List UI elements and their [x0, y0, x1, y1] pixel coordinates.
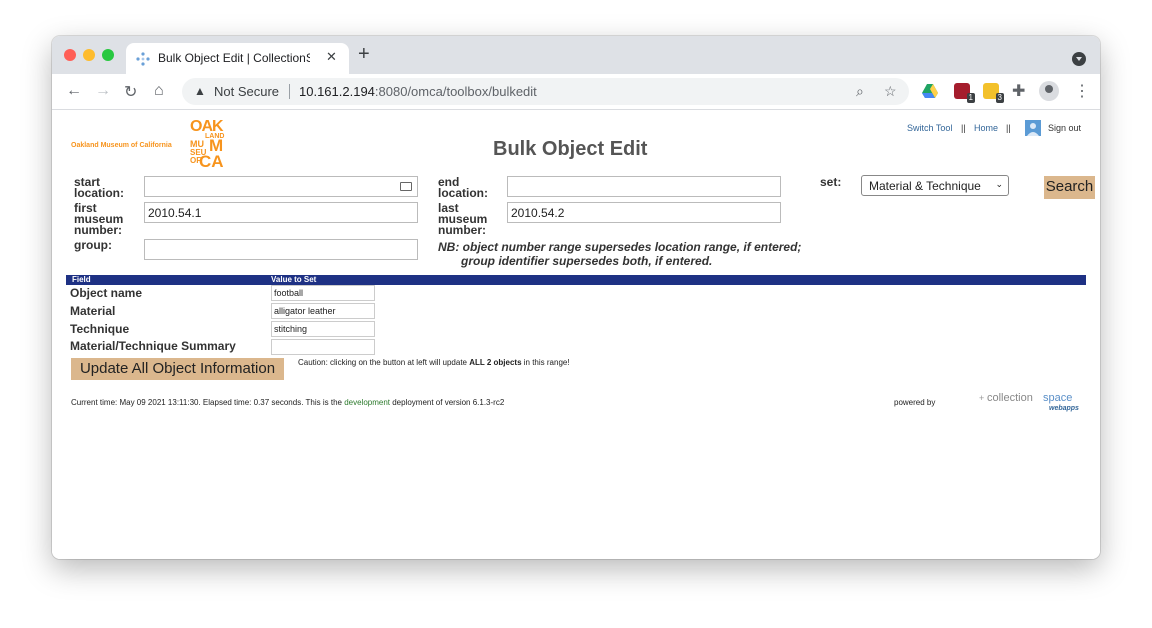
- bookmark-star-icon[interactable]: ☆: [884, 83, 897, 100]
- start-location-label: start location:: [74, 175, 124, 200]
- sign-out-link[interactable]: Sign out: [1048, 123, 1081, 133]
- material-input[interactable]: alligator leather: [271, 303, 375, 319]
- profile-avatar-icon[interactable]: [1039, 81, 1059, 101]
- powered-by-label: powered by: [894, 398, 936, 407]
- tab-search-icon[interactable]: [1072, 52, 1086, 66]
- range-note: NB: object number range supersedes locat…: [438, 240, 802, 268]
- update-all-button[interactable]: Update All Object Information: [71, 358, 284, 380]
- set-label: set:: [820, 175, 842, 189]
- contact-card-icon[interactable]: [400, 182, 412, 191]
- zoom-magnifier-icon[interactable]: ⌕: [856, 83, 864, 100]
- end-location-input[interactable]: [507, 176, 781, 197]
- zoom-window-button[interactable]: [102, 49, 114, 61]
- collectionspace-favicon-icon: [136, 52, 150, 66]
- deployment-label: development: [344, 398, 390, 407]
- security-status[interactable]: Not Secure: [214, 84, 279, 99]
- reload-icon[interactable]: ↻: [124, 82, 137, 102]
- page-content: Oakland Museum of California OAK LAND MU…: [52, 111, 1100, 559]
- user-avatar-icon: [1025, 120, 1041, 136]
- minimize-window-button[interactable]: [83, 49, 95, 61]
- org-name: Oakland Museum of California: [71, 142, 172, 149]
- cs-plus-icon: +: [979, 393, 985, 403]
- browser-toolbar: ← → ↻ ⌂ ▲ Not Secure 10.161.2.194:8080/o…: [52, 74, 1100, 110]
- note-extension-icon[interactable]: 3: [983, 83, 1004, 103]
- google-drive-icon[interactable]: [922, 84, 938, 98]
- warning-triangle-icon: ▲: [194, 84, 206, 98]
- first-museum-number-label: first museum number:: [74, 201, 124, 237]
- caution-text: Caution: clicking on the button at left …: [298, 358, 570, 367]
- search-button[interactable]: Search: [1044, 176, 1095, 199]
- status-footer: Current time: May 09 2021 13:11:30. Elap…: [71, 398, 505, 407]
- address-bar[interactable]: ▲ Not Secure 10.161.2.194:8080/omca/tool…: [182, 78, 909, 105]
- last-museum-number-label: last museum number:: [438, 201, 488, 237]
- fields-table-header: Field Value to Set: [66, 275, 1086, 285]
- end-location-label: end location:: [438, 175, 488, 200]
- object-name-input[interactable]: football: [271, 285, 375, 301]
- start-location-input[interactable]: [144, 176, 418, 197]
- url-text[interactable]: 10.161.2.194:8080/omca/toolbox/bulkedit: [299, 84, 537, 99]
- switch-tool-link[interactable]: Switch Tool: [907, 123, 952, 133]
- chevron-down-icon: ⌄: [995, 179, 1003, 189]
- last-museum-number-input[interactable]: 2010.54.2: [507, 202, 781, 223]
- group-label: group:: [74, 238, 112, 252]
- forward-arrow-icon[interactable]: →: [95, 82, 111, 100]
- address-separator: [289, 84, 290, 99]
- group-input[interactable]: [144, 239, 418, 260]
- new-tab-icon[interactable]: +: [358, 44, 370, 64]
- first-museum-number-input[interactable]: 2010.54.1: [144, 202, 418, 223]
- url-host: 10.161.2.194: [299, 84, 375, 99]
- page-title: Bulk Object Edit: [493, 138, 648, 160]
- omca-logo[interactable]: OAK LAND MU M SEU OF CA: [190, 119, 230, 171]
- tab-close-icon[interactable]: ✕: [326, 49, 337, 65]
- url-path: :8080/omca/toolbox/bulkedit: [374, 84, 537, 99]
- set-select[interactable]: Material & Technique ⌄: [861, 175, 1009, 196]
- puzzle-extensions-icon[interactable]: ✚: [1012, 81, 1025, 101]
- home-icon[interactable]: ⌂: [154, 82, 164, 100]
- shield-extension-icon[interactable]: 1: [954, 83, 975, 103]
- collectionspace-logo[interactable]: + collection space webapps: [979, 392, 1082, 416]
- home-link[interactable]: Home: [974, 123, 998, 133]
- close-window-button[interactable]: [64, 49, 76, 61]
- back-arrow-icon[interactable]: ←: [66, 82, 82, 100]
- technique-input[interactable]: stitching: [271, 321, 375, 337]
- tab-title: Bulk Object Edit | CollectionSp: [158, 51, 310, 65]
- browser-tab[interactable]: Bulk Object Edit | CollectionSp ✕: [126, 43, 349, 74]
- browser-window: Bulk Object Edit | CollectionSp ✕ + ← → …: [52, 36, 1100, 559]
- summary-input[interactable]: [271, 339, 375, 355]
- tab-bar: Bulk Object Edit | CollectionSp ✕ +: [52, 36, 1100, 74]
- menu-kebab-icon[interactable]: ⋮: [1074, 81, 1090, 101]
